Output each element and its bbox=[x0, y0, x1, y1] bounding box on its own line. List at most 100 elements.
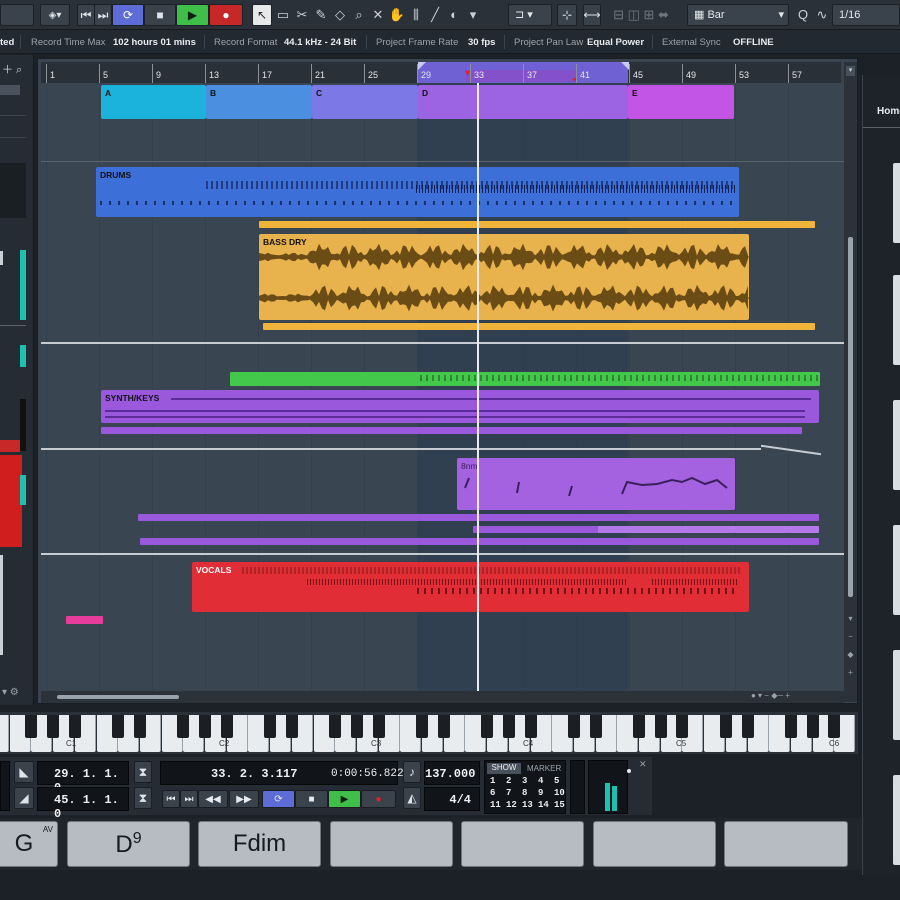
event-display[interactable]: A B C D E DRUMS BASS DRY SYNTH/KEYS 8nm … bbox=[41, 83, 844, 691]
marker-locate-button[interactable]: 9 bbox=[538, 788, 543, 798]
auto-scroll-toggle[interactable]: ⟷ bbox=[583, 4, 601, 26]
black-key[interactable] bbox=[719, 715, 732, 738]
record-enable-indicator[interactable] bbox=[0, 440, 20, 452]
black-key[interactable] bbox=[437, 715, 450, 738]
go-to-next-marker-button[interactable]: ⏭ bbox=[94, 4, 112, 26]
black-key[interactable] bbox=[112, 715, 125, 738]
horizontal-scroll-thumb[interactable] bbox=[57, 695, 179, 699]
media-tile[interactable] bbox=[893, 400, 900, 490]
chord-pad-2[interactable]: D9 bbox=[67, 821, 190, 867]
marker-locate-button[interactable]: 12 bbox=[506, 800, 517, 810]
go-to-left-locator-button[interactable]: ◣ bbox=[14, 761, 34, 783]
black-key[interactable] bbox=[806, 715, 819, 738]
play-button[interactable]: ▶ bbox=[176, 4, 209, 26]
black-key[interactable] bbox=[741, 715, 754, 738]
black-key[interactable] bbox=[633, 715, 645, 738]
media-tile[interactable] bbox=[893, 275, 900, 365]
arranger-part-d[interactable]: D bbox=[418, 85, 628, 119]
marker-locate-button[interactable]: 14 bbox=[538, 800, 549, 810]
black-key[interactable] bbox=[68, 715, 81, 738]
hand-tool[interactable]: ✋ bbox=[388, 6, 406, 24]
split-tool[interactable]: ✂ bbox=[293, 6, 311, 24]
vertical-scroll-thumb[interactable] bbox=[848, 237, 853, 597]
stop-button[interactable]: ■ bbox=[144, 4, 176, 26]
go-to-previous-marker-button[interactable]: ⏮ bbox=[77, 4, 95, 26]
black-key[interactable] bbox=[828, 715, 841, 738]
snap-type-select[interactable]: ⊐ ▾ bbox=[508, 4, 552, 26]
play-tool[interactable]: ◐ bbox=[445, 6, 463, 24]
track-row-vocals-selected[interactable] bbox=[0, 455, 22, 547]
transport-cycle-button[interactable]: ⟳ bbox=[262, 790, 295, 808]
black-key[interactable] bbox=[524, 715, 537, 738]
marker-locate-button[interactable]: 6 bbox=[490, 788, 495, 798]
arranger-part-b[interactable]: B bbox=[206, 85, 312, 119]
marker-locate-button[interactable]: 11 bbox=[490, 800, 501, 810]
settings-gear-icon[interactable]: ▾ ⚙ bbox=[2, 687, 32, 699]
fast-forward-button[interactable]: ▶▶ bbox=[229, 790, 259, 808]
arranger-part-c[interactable]: C bbox=[312, 85, 418, 119]
black-key[interactable] bbox=[264, 715, 277, 738]
clip-indicator[interactable] bbox=[627, 769, 631, 773]
bass-audio-event[interactable]: BASS DRY bbox=[259, 234, 749, 320]
marker-show-button[interactable]: SHOW bbox=[487, 763, 521, 774]
pan-law-value[interactable]: Equal Power bbox=[587, 37, 644, 48]
black-key[interactable] bbox=[784, 715, 797, 738]
black-key[interactable] bbox=[285, 715, 298, 738]
media-tile[interactable] bbox=[893, 525, 900, 615]
black-key[interactable] bbox=[372, 715, 385, 738]
left-locator-display[interactable]: 29. 1. 1. 0 bbox=[37, 761, 129, 795]
color-tool[interactable]: ▾ bbox=[464, 6, 482, 24]
marker-locate-button[interactable]: 7 bbox=[506, 788, 511, 798]
record-button[interactable]: ● bbox=[209, 4, 243, 26]
nudge-group[interactable]: ⊟ ◫ ⊞ ⬌ bbox=[603, 6, 679, 24]
snap-toggle[interactable]: ⊹ bbox=[557, 4, 577, 26]
rewind-button[interactable]: ◀◀ bbox=[198, 790, 228, 808]
pink-event[interactable] bbox=[66, 616, 103, 624]
black-key[interactable] bbox=[654, 715, 667, 738]
record-format-value[interactable]: 44.1 kHz - 24 Bit bbox=[284, 37, 356, 48]
synth-keys-part[interactable]: SYNTH/KEYS bbox=[101, 390, 819, 423]
chord-pad-4[interactable] bbox=[330, 821, 453, 867]
transport-record-button[interactable]: ● bbox=[361, 790, 396, 808]
object-selection-tool[interactable]: ↖ bbox=[252, 4, 272, 26]
media-tile[interactable] bbox=[893, 163, 900, 243]
black-key[interactable] bbox=[350, 715, 363, 738]
grid-type-select[interactable]: ▦ Bar ▾ bbox=[687, 4, 789, 26]
go-to-end-button[interactable]: ⏭ bbox=[180, 790, 198, 808]
drums-midi-part[interactable]: DRUMS bbox=[96, 167, 739, 217]
range-tool[interactable]: ▭ bbox=[274, 6, 292, 24]
track-row-drums[interactable] bbox=[0, 163, 26, 218]
marker-locate-button[interactable]: 5 bbox=[554, 776, 559, 786]
bass-midi-part[interactable]: 8nm bbox=[457, 458, 735, 510]
arranger-part-a[interactable]: A bbox=[101, 85, 206, 119]
transport-play-button[interactable]: ▶ bbox=[328, 790, 361, 808]
black-key[interactable] bbox=[133, 715, 146, 738]
frame-rate-value[interactable]: 30 fps bbox=[468, 37, 495, 48]
quantize-select[interactable]: 1/16 bbox=[832, 4, 900, 26]
line-tool[interactable]: ╱ bbox=[426, 6, 444, 24]
position-display[interactable]: 33. 2. 3.117 0:00:56.822 bbox=[160, 761, 404, 785]
marker-locate-button[interactable]: 15 bbox=[554, 800, 565, 810]
tempo-display[interactable]: 137.000 bbox=[424, 761, 480, 785]
chord-pad-7[interactable] bbox=[724, 821, 848, 867]
black-key[interactable] bbox=[502, 715, 515, 738]
bass-midi-lane-bar[interactable] bbox=[140, 538, 819, 545]
punch-in-button[interactable]: ⧗ bbox=[134, 761, 152, 783]
draw-tool[interactable]: ✎ bbox=[312, 6, 330, 24]
cycle-button[interactable]: ⟳ bbox=[112, 4, 144, 26]
chord-pad-3[interactable]: Fdim bbox=[198, 821, 321, 867]
black-key[interactable] bbox=[567, 715, 580, 738]
bass-lane-bar[interactable] bbox=[263, 323, 815, 330]
transport-stop-button[interactable]: ■ bbox=[295, 790, 328, 808]
black-key[interactable] bbox=[47, 715, 60, 738]
black-key[interactable] bbox=[25, 715, 38, 738]
black-key[interactable] bbox=[177, 715, 190, 738]
media-tile[interactable] bbox=[893, 650, 900, 740]
project-cursor[interactable] bbox=[477, 83, 479, 691]
media-tile[interactable] bbox=[893, 775, 900, 865]
punch-out-button[interactable]: ⧗ bbox=[134, 787, 152, 809]
project-info-button[interactable] bbox=[0, 4, 34, 26]
automation-mode-button[interactable]: ◈▾ bbox=[40, 4, 70, 26]
vertical-scrollbar[interactable]: ▾ ▾ − ◆ + bbox=[844, 62, 857, 702]
virtual-keyboard[interactable]: C1 C2 C3 C4 C5 C6 bbox=[0, 712, 858, 754]
